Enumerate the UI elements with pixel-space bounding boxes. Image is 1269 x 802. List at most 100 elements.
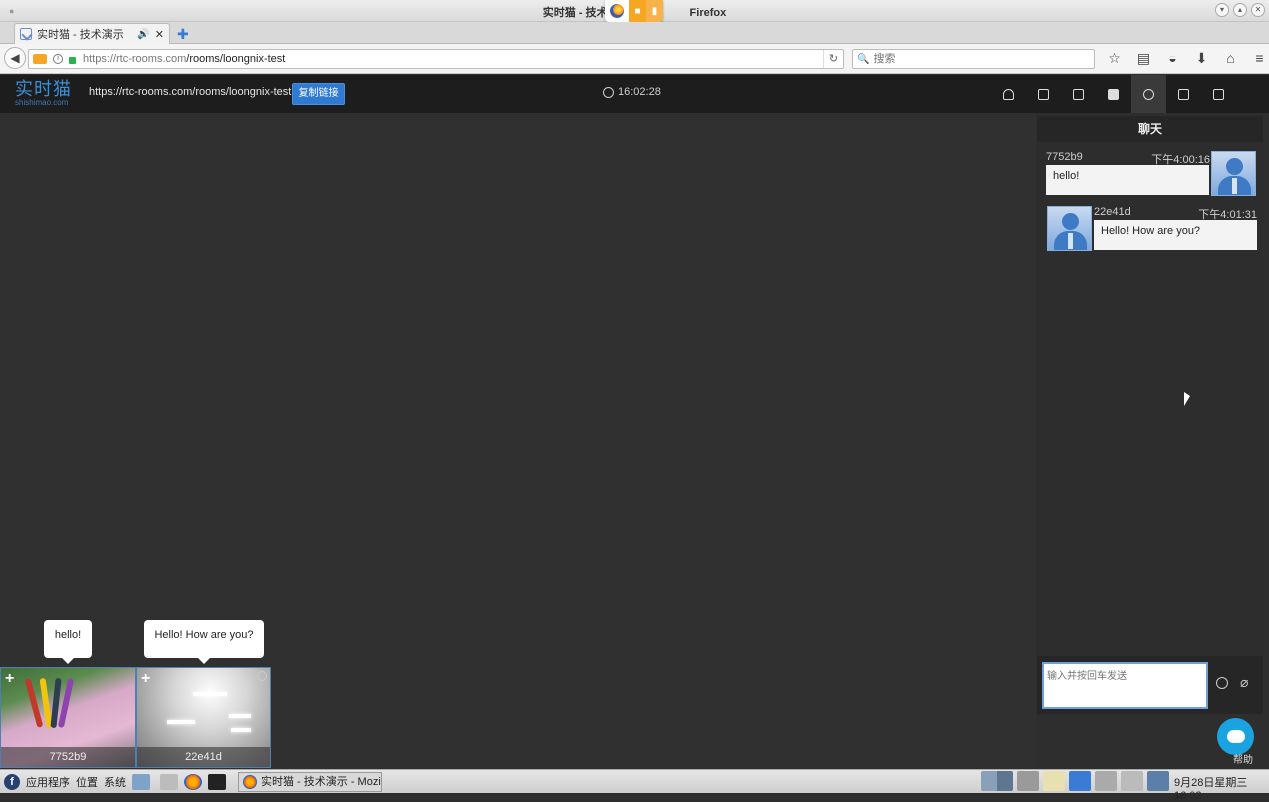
tab-strip: 实时猫 - 技术演示 🔊 ✕ ✚ [0,22,1269,44]
logo[interactable]: 实时猫 shishimao.com [15,80,72,108]
search-input[interactable] [873,53,1074,65]
expand-video-icon[interactable]: + [5,670,14,688]
room-toolbar [991,75,1236,113]
video-chat-bubble: hello! [44,620,92,664]
system-tray [981,771,1169,791]
search-icon: 🔍 [857,53,870,65]
screenshot-icon[interactable] [1017,771,1039,791]
file-manager-icon[interactable] [132,773,150,790]
file-icon [1108,88,1119,100]
terminal-icon[interactable] [208,773,226,790]
firefox-icon [243,775,257,789]
screen-share-button[interactable] [1061,75,1096,113]
notes-icon[interactable] [1043,771,1065,791]
message-time: 下午4:01:31 [1198,209,1257,221]
firefox-icon [605,0,629,22]
speaker-icon[interactable]: 🔊 [137,29,149,40]
video-participant-name: 7752b9 [1,747,135,767]
reload-icon[interactable]: ↻ [823,50,843,68]
video-chat-bubble: Hello! How are you? [144,620,264,664]
bookmark-star-icon[interactable]: ☆ [1100,50,1129,67]
places-menu[interactable]: 位置 [76,774,98,790]
volume-icon[interactable] [1121,771,1143,791]
firefox-launcher-icon[interactable] [184,773,202,790]
app-header: 实时猫 shishimao.com https://rtc-rooms.com/… [0,75,1269,113]
close-window-button[interactable]: ✕ [1251,3,1265,17]
message-user: 22e41d [1094,206,1131,218]
sharing-indicator[interactable]: ■ ▮ [605,0,663,22]
site-info-icon[interactable]: i [53,54,63,64]
close-tab-icon[interactable]: ✕ [155,28,164,41]
hamburger-menu-icon[interactable]: ≡ [1245,50,1269,67]
browser-tab[interactable]: 实时猫 - 技术演示 🔊 ✕ [14,23,170,44]
exit-icon [1213,88,1224,100]
microphone-icon: ▮ [646,0,663,22]
applications-menu[interactable]: 应用程序 [26,774,70,790]
desktop-taskbar: f 应用程序 位置 系统 实时猫 - 技术演示 - Mozi··· 9月28日星… [0,769,1269,802]
distro-logo-icon[interactable]: f [4,773,20,790]
chat-icon [1143,88,1154,100]
whiteboard-button[interactable] [1166,75,1201,113]
system-menu[interactable]: 系统 [104,774,126,790]
url-text[interactable]: https://rtc-rooms.com/rooms/loongnix-tes… [83,53,823,65]
system-clock[interactable]: 9月28日星期三 16:02 [1174,774,1269,802]
video-participant-name: 22e41d [137,747,270,767]
chat-message: 22e41d 下午4:01:31 Hello! How are you? [1047,206,1263,251]
remote-control-button[interactable] [1026,75,1061,113]
url-bar[interactable]: i https://rtc-rooms.com/rooms/loongnix-t… [28,49,844,69]
home-icon[interactable]: ⌂ [1216,50,1245,67]
expand-video-icon[interactable]: + [141,670,150,688]
mouse-cursor-icon [1184,392,1190,406]
workspace-switcher-icon[interactable] [981,771,1013,791]
copy-link-button[interactable]: 复制链接 [292,83,345,105]
text-editor-icon[interactable] [160,773,178,790]
avatar [1047,206,1092,251]
exit-button[interactable] [1201,75,1236,113]
meeting-clock: 16:02:28 [603,86,661,98]
window-titlebar: ● 实时猫 - 技术演示 Firefox ■ ▮ ▾ ▴ ✕ [0,0,1269,22]
chat-input[interactable] [1042,662,1208,709]
lock-icon [69,56,76,64]
chat-bubble-icon [1226,730,1245,743]
avatar [1211,151,1256,196]
chat-input-area: ⌀ [1037,656,1263,714]
clock-time: 16:02:28 [618,86,661,98]
message-text: hello! [1046,165,1209,195]
message-text: Hello! How are you? [1094,220,1257,250]
user-icon [1003,88,1014,100]
video-tile[interactable]: + 7752b9 [0,667,136,768]
video-options-icon[interactable] [257,671,267,681]
search-box[interactable]: 🔍 [852,49,1095,69]
pocket-icon[interactable]: ◒ [1158,50,1187,67]
camera-icon: ■ [629,0,646,22]
chat-button[interactable] [1131,75,1166,113]
chat-title: 聊天 [1037,116,1263,142]
input-method-icon[interactable] [1069,771,1091,791]
downloads-icon[interactable]: ⬇ [1187,50,1216,67]
alarm-clock-icon [603,86,614,98]
new-tab-button[interactable]: ✚ [177,26,189,43]
emoji-icon[interactable] [1216,677,1228,689]
taskbar-window-button[interactable]: 实时猫 - 技术演示 - Mozi··· [238,772,382,792]
display-icon[interactable] [1147,771,1169,791]
help-button[interactable] [1217,718,1254,755]
bookmarks-list-icon[interactable]: ▤ [1129,50,1158,67]
camera-permission-icon[interactable] [33,54,47,64]
back-button[interactable]: ◀ [4,47,26,69]
participants-button[interactable] [991,75,1026,113]
room-link: https://rtc-rooms.com/rooms/loongnix-tes… [89,86,292,98]
minimize-button[interactable]: ▾ [1215,3,1229,17]
message-time: 下午4:00:16 [1151,154,1210,166]
help-label: 帮助 [1233,755,1253,766]
video-tile[interactable]: + 22e41d [136,667,271,768]
remote-control-icon [1038,88,1049,100]
network-icon[interactable] [1095,771,1117,791]
whiteboard-icon [1178,88,1189,100]
maximize-button[interactable]: ▴ [1233,3,1247,17]
file-button[interactable] [1096,75,1131,113]
tab-title: 实时猫 - 技术演示 [37,29,124,41]
navigation-bar: ◀ i https://rtc-rooms.com/rooms/loongnix… [0,44,1269,74]
screen-share-icon [1073,88,1084,100]
attachment-icon[interactable]: ⌀ [1240,674,1248,691]
message-user: 7752b9 [1046,151,1083,163]
